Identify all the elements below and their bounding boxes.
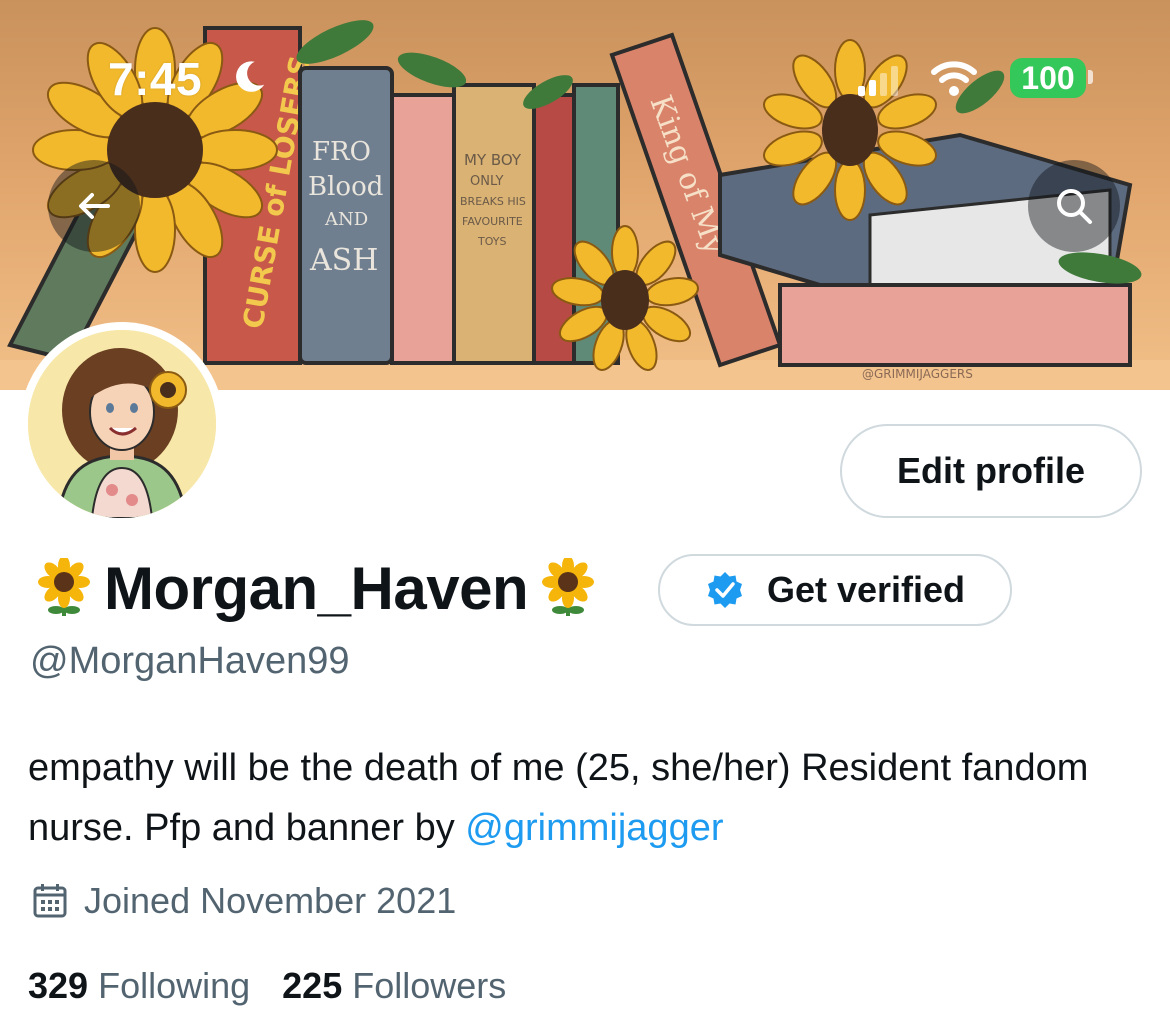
verified-badge-icon bbox=[707, 572, 742, 608]
followers-label: Followers bbox=[352, 965, 507, 1006]
display-name: Morgan_Haven bbox=[104, 554, 529, 622]
profile-banner[interactable]: CURSE of LOSERS FRO Blood AND ASH MY BOY… bbox=[0, 0, 1170, 390]
svg-text:BREAKS HIS: BREAKS HIS bbox=[460, 195, 526, 208]
edit-profile-button[interactable]: Edit profile bbox=[840, 424, 1142, 518]
sunflower-icon bbox=[542, 558, 595, 616]
follow-stats: 329 Following 225 Followers bbox=[28, 965, 538, 1007]
svg-text:@GRIMMIJAGGERS: @GRIMMIJAGGERS bbox=[862, 367, 973, 381]
svg-text:FRO: FRO bbox=[312, 137, 371, 167]
battery-icon: 100 bbox=[1010, 58, 1086, 98]
profile-bio: empathy will be the death of me (25, she… bbox=[28, 738, 1138, 858]
signal-icon bbox=[858, 66, 898, 96]
followers-count: 225 bbox=[282, 965, 343, 1006]
svg-text:Blood: Blood bbox=[308, 172, 383, 202]
user-handle: @MorganHaven99 bbox=[30, 640, 350, 682]
svg-text:TOYS: TOYS bbox=[477, 235, 506, 248]
moon-icon bbox=[236, 61, 265, 92]
search-icon bbox=[1057, 189, 1092, 224]
svg-text:ONLY: ONLY bbox=[470, 174, 503, 189]
get-verified-label: Get verified bbox=[766, 569, 966, 610]
svg-text:MY BOY: MY BOY bbox=[464, 151, 522, 169]
following-link[interactable]: 329 Following bbox=[28, 965, 250, 1007]
svg-text:ASH: ASH bbox=[309, 243, 378, 278]
calendar-icon bbox=[33, 884, 67, 918]
joined-label: Joined November 2021 bbox=[84, 880, 457, 921]
followers-link[interactable]: 225 Followers bbox=[282, 965, 506, 1007]
svg-text:FAVOURITE: FAVOURITE bbox=[462, 215, 523, 228]
sunflower-icon bbox=[38, 558, 90, 616]
avatar-illustration bbox=[28, 330, 216, 518]
profile-avatar[interactable] bbox=[20, 322, 224, 526]
following-count: 329 bbox=[28, 965, 89, 1006]
battery-tip bbox=[1088, 70, 1093, 84]
following-label: Following bbox=[98, 965, 251, 1006]
back-arrow-icon bbox=[79, 193, 110, 219]
search-button[interactable] bbox=[1028, 160, 1120, 252]
wifi-icon bbox=[931, 61, 977, 96]
status-time: 7:45 bbox=[108, 53, 203, 105]
svg-text:AND: AND bbox=[324, 209, 368, 230]
display-name-row: Morgan_Haven bbox=[34, 550, 598, 626]
joined-date: Joined November 2021 bbox=[32, 880, 456, 922]
back-button[interactable] bbox=[48, 160, 140, 252]
get-verified-button[interactable]: Get verified bbox=[658, 554, 1012, 626]
bio-mention-link[interactable]: @grimmijagger bbox=[465, 807, 723, 849]
